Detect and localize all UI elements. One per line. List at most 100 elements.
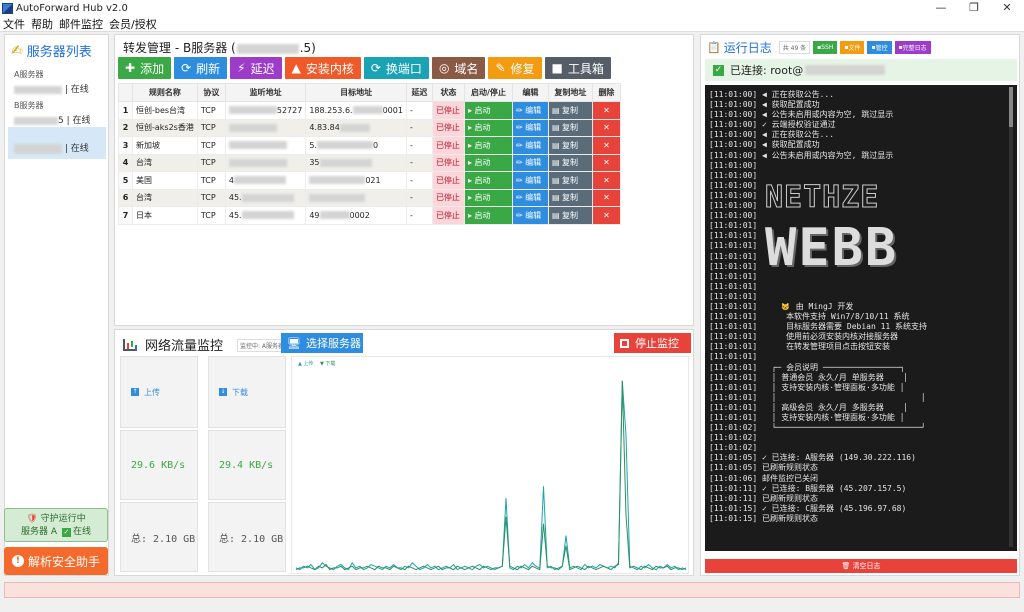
info-icon: ! (11, 555, 24, 567)
copy-address-button[interactable]: ▤ 复制 (547, 153, 593, 172)
redacted-ip (236, 43, 299, 54)
security-assistant-button[interactable]: ! 解析安全助手 (4, 547, 108, 575)
table-row[interactable]: 5 美国 TCP 4 021 - 已停止 ▸ 启动 ✏ 编辑 ▤ 复制 ✕ (118, 171, 621, 190)
start-stop-button[interactable]: ▸ 启动 (463, 188, 513, 207)
column-header[interactable]: 删除 (591, 83, 621, 102)
row-number: 1 (118, 101, 133, 120)
latency-button[interactable]: ⚡ 延迟 (230, 57, 282, 79)
stop-monitor-button[interactable]: 停止监控 (614, 333, 691, 353)
delay: - (405, 171, 433, 190)
menu-help[interactable]: 帮助 (28, 16, 56, 32)
target-address-tail: 021 (365, 175, 381, 185)
copy-address-button[interactable]: ▤ 复制 (547, 118, 593, 137)
latency-icon: ⚡ (237, 61, 246, 75)
column-header[interactable]: 目标地址 (305, 83, 407, 102)
edit-button[interactable]: ✏ 编辑 (511, 153, 549, 172)
add-button[interactable]: ✚ 添加 (118, 57, 172, 79)
row-number: 4 (118, 153, 133, 172)
target-address (305, 188, 407, 207)
table-row[interactable]: 7 日本 TCP 45. 49 0002 - 已停止 ▸ 启动 ✏ 编辑 ▤ 复制 ✕ (118, 206, 621, 225)
server-item-c[interactable]: | 在线 (8, 127, 106, 159)
column-header[interactable]: 监听地址 (224, 83, 307, 102)
column-header[interactable]: 状态 (431, 83, 465, 102)
copy-address-button[interactable]: ▤ 复制 (547, 101, 593, 120)
menu-membership[interactable]: 会员/授权 (106, 16, 160, 32)
status-bar (4, 582, 1020, 598)
table-row[interactable]: 6 台湾 TCP 45. - 已停止 ▸ 启动 ✏ 编辑 ▤ 复制 ✕ (118, 188, 621, 207)
start-stop-button[interactable]: ▸ 启动 (463, 136, 513, 155)
start-stop-button[interactable]: ▸ 启动 (463, 206, 513, 225)
start-stop-button[interactable]: ▸ 启动 (463, 118, 513, 137)
start-stop-button[interactable]: ▸ 启动 (463, 171, 513, 190)
maximize-button[interactable]: ❐ (962, 0, 986, 16)
log-line: [11:01:00] ◀ 公告未启用或内容为空, 跳过显示 (709, 110, 894, 120)
menu-mail-monitor[interactable]: 邮件监控 (56, 16, 106, 32)
listen-address (224, 136, 307, 155)
delete-button[interactable]: ✕ (591, 206, 621, 225)
delete-button[interactable]: ✕ (591, 136, 621, 155)
edit-button[interactable]: ✏ 编辑 (511, 101, 549, 120)
log-ssh-button[interactable]: ▪ SSH (813, 41, 838, 54)
column-header[interactable] (118, 83, 133, 102)
clear-log-button[interactable]: 🗑 清空日志 (705, 559, 1017, 573)
edit-button[interactable]: ✏ 编辑 (511, 171, 549, 190)
copy-address-button[interactable]: ▤ 复制 (547, 171, 593, 190)
repair-button[interactable]: ✎ 修复 (488, 57, 542, 79)
edit-button[interactable]: ✏ 编辑 (511, 136, 549, 155)
select-server-button[interactable]: 🖥 选择服务器 (281, 333, 363, 353)
edit-button[interactable]: ✏ 编辑 (511, 206, 549, 225)
start-stop-button[interactable]: ▸ 启动 (463, 101, 513, 120)
edit-button[interactable]: ✏ 编辑 (511, 118, 549, 137)
copy-address-button[interactable]: ▤ 复制 (547, 206, 593, 225)
table-row[interactable]: 2 恒创-aks2s香港 TCP 4.83.84 - 已停止 ▸ 启动 ✏ 编辑 ▤ 复制 ✕ (118, 118, 621, 137)
log-panel: 📋 运行日志 共 49 条 ▪ SSH ▪ 文件 ▪ 管控 ▪ 完整日志 ✓ 已连接:… (700, 34, 1020, 576)
menu-file[interactable]: 文件 (0, 16, 28, 32)
listen-address: 4 (224, 171, 307, 190)
delete-button[interactable]: ✕ (591, 153, 621, 172)
column-header[interactable]: 协议 (196, 83, 226, 102)
table-row[interactable]: 1 恒创-bes台湾 TCP 52727 188.253.6. 0001- 已停止 ▸ 启动 ✏… (118, 101, 621, 120)
server-item-a[interactable]: A服务器 | 在线 (8, 68, 106, 98)
listen-address-text: 52727 (276, 105, 303, 115)
table-row[interactable]: 4 台湾 TCP 35 - 已停止 ▸ 启动 ✏ 编辑 ▤ 复制 ✕ (118, 153, 621, 172)
close-button[interactable]: ✕ (995, 0, 1019, 16)
log-line: [11:01:00] ✓ 云端授权验证通过 (709, 120, 836, 130)
column-header[interactable]: 规则名称 (132, 83, 198, 102)
copy-address-button[interactable]: ▤ 复制 (547, 136, 593, 155)
change-port-label: 换端口 (385, 61, 422, 76)
monitoring-server-label: 监控中: A服务器 (237, 339, 288, 352)
guard-online: 在线 (72, 527, 91, 537)
copy-address-button[interactable]: ▤ 复制 (547, 188, 593, 207)
column-header[interactable]: 启动/停止 (463, 83, 513, 102)
select-server-label: 选择服务器 (305, 337, 361, 350)
log-line: [11:01:01] │ 支持安装内核·管理面板·多功能 │ (709, 413, 905, 422)
listen-address: 52727 (224, 101, 307, 120)
minimize-button[interactable]: — (929, 0, 953, 16)
column-header[interactable]: 复制地址 (547, 83, 593, 102)
download-icon: ↓ (219, 388, 227, 396)
toolbox-button[interactable]: ■ 工具箱 (544, 57, 611, 79)
ascii-banner: NETHZE WEBB (765, 179, 955, 297)
start-stop-button[interactable]: ▸ 启动 (463, 153, 513, 172)
column-header[interactable]: 编辑 (511, 83, 549, 102)
delete-button[interactable]: ✕ (591, 188, 621, 207)
install-kernel-button[interactable]: ▲ 安装内核 (284, 57, 361, 79)
log-full-log-button[interactable]: ▪ 完整日志 (894, 41, 931, 54)
server-item-b[interactable]: B服务器 5 | 在线 (8, 99, 106, 129)
delete-button[interactable]: ✕ (591, 171, 621, 190)
download-total: 总: 2.10 GB (219, 533, 284, 545)
delete-button[interactable]: ✕ (591, 118, 621, 137)
log-control-button[interactable]: ▪ 管控 (867, 41, 892, 54)
log-file-button[interactable]: ▪ 文件 (840, 41, 865, 54)
edit-button[interactable]: ✏ 编辑 (511, 188, 549, 207)
delete-button[interactable]: ✕ (591, 101, 621, 120)
domain-label: 域名 (454, 61, 479, 76)
refresh-button[interactable]: ⟳ 刷新 (174, 57, 228, 79)
table-row[interactable]: 3 新加坡 TCP 5. 0- 已停止 ▸ 启动 ✏ 编辑 ▤ 复制 ✕ (118, 136, 621, 155)
change-port-button[interactable]: ⟳ 换端口 (363, 57, 429, 79)
target-address: 49 0002 (305, 206, 407, 225)
log-terminal[interactable]: [11:01:00] ◀ 正在获取公告... [11:01:00] ◀ 获取配置成… (705, 85, 1017, 551)
column-header[interactable]: 延迟 (405, 83, 433, 102)
log-scrollbar[interactable] (1009, 87, 1013, 547)
domain-button[interactable]: ◎ 域名 (431, 57, 486, 79)
